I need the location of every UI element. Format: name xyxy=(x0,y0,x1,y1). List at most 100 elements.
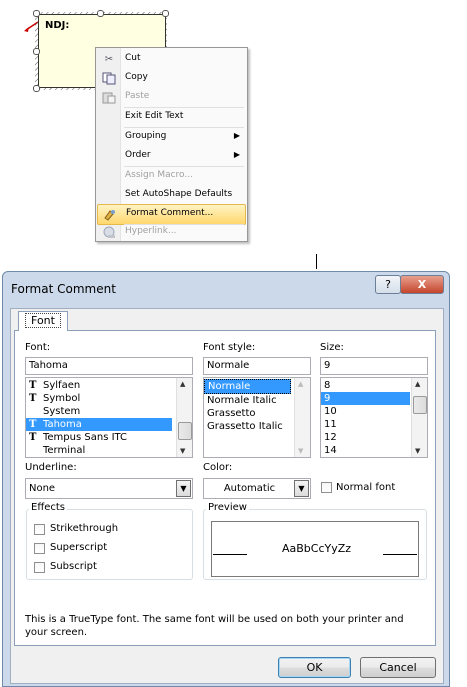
size-item-selected[interactable]: 9 xyxy=(321,392,410,405)
chevron-down-icon[interactable]: ▼ xyxy=(176,480,191,497)
truetype-icon: T xyxy=(29,380,37,391)
font-list-item-label: Tahoma xyxy=(43,419,82,430)
ok-button[interactable]: OK xyxy=(278,657,351,678)
menu-item-label: Order xyxy=(125,150,151,160)
font-list-item[interactable]: TTerminal xyxy=(26,444,192,457)
font-style-label: Font style: xyxy=(203,342,256,353)
scissors-icon: ✂ xyxy=(104,54,114,65)
strikethrough-checkbox[interactable] xyxy=(34,524,45,535)
color-select[interactable]: Automatic ▼ xyxy=(203,478,311,499)
size-list-scrollbar[interactable]: ▲ ▼ xyxy=(411,378,427,457)
font-list-item-selected[interactable]: T Tahoma xyxy=(26,418,172,431)
menu-item-label: Copy xyxy=(125,72,148,82)
text-cursor xyxy=(316,254,317,269)
font-list-item[interactable]: T Tempus Sans ITC xyxy=(26,431,192,444)
font-list-item-label: Terminal xyxy=(43,445,86,456)
tab-font-label: Font xyxy=(25,313,61,328)
submenu-arrow-icon: ▶ xyxy=(233,150,240,159)
font-label: Font: xyxy=(25,342,51,353)
paste-icon xyxy=(102,91,116,104)
preview-label: Preview xyxy=(206,502,249,513)
menu-item-label: Hyperlink... xyxy=(125,226,177,236)
preview-sample-text: AaBbCcYyZz xyxy=(282,542,352,555)
resize-handle-tm[interactable] xyxy=(97,10,104,17)
menu-item-cut[interactable]: ✂ Cut xyxy=(97,50,246,69)
font-list-scrollbar[interactable]: ▲ ▼ xyxy=(176,378,192,457)
strikethrough-label[interactable]: Strikethrough xyxy=(50,523,118,534)
resize-handle-tl[interactable] xyxy=(33,10,40,17)
truetype-icon: T xyxy=(29,432,37,443)
copy-icon xyxy=(102,72,116,85)
scroll-down-icon[interactable]: ▼ xyxy=(415,447,420,455)
underline-value: None xyxy=(29,483,56,494)
menu-item-order[interactable]: Order ▶ xyxy=(97,147,246,166)
scroll-up-icon[interactable]: ▲ xyxy=(415,380,420,388)
font-description: This is a TrueType font. The same font w… xyxy=(25,614,404,638)
font-list-item-label: Sylfaen xyxy=(43,380,81,391)
menu-item-label: Cut xyxy=(125,53,141,63)
font-list-item[interactable]: T Sylfaen xyxy=(26,379,192,392)
menu-item-assign-macro[interactable]: Assign Macro... xyxy=(97,167,246,186)
tab-font[interactable]: Font xyxy=(18,311,68,331)
close-button[interactable]: X xyxy=(400,275,444,294)
menu-item-label: Exit Edit Text xyxy=(125,111,184,121)
font-input[interactable]: Tahoma xyxy=(25,357,193,375)
font-style-input[interactable]: Normale xyxy=(203,357,311,375)
menu-item-set-autoshape-defaults[interactable]: Set AutoShape Defaults xyxy=(97,186,246,205)
menu-item-label: Paste xyxy=(125,91,150,101)
superscript-label[interactable]: Superscript xyxy=(50,542,107,553)
scroll-up-icon[interactable]: ▲ xyxy=(298,380,303,388)
subscript-checkbox[interactable] xyxy=(34,562,45,573)
resize-handle-ml[interactable] xyxy=(33,48,40,55)
font-list-item[interactable]: TSystem xyxy=(26,405,192,418)
normal-font-label[interactable]: Normal font xyxy=(336,482,395,493)
menu-item-label: Format Comment... xyxy=(126,208,214,218)
normal-font-checkbox[interactable] xyxy=(321,482,332,493)
color-label: Color: xyxy=(203,462,233,473)
menu-item-label: Assign Macro... xyxy=(125,170,193,180)
effects-label: Effects xyxy=(29,502,67,513)
scroll-thumb[interactable] xyxy=(178,422,192,440)
format-comment-icon xyxy=(103,208,117,221)
size-list[interactable]: 8 9 10 11 12 14 ▲ ▼ xyxy=(320,377,428,458)
scroll-up-icon[interactable]: ▲ xyxy=(180,380,185,388)
menu-item-copy[interactable]: Copy xyxy=(97,69,246,88)
comment-label: NDJ: xyxy=(45,20,70,31)
size-label: Size: xyxy=(320,342,344,353)
menu-item-paste[interactable]: Paste xyxy=(97,88,246,107)
scroll-down-icon[interactable]: ▼ xyxy=(180,447,185,455)
subscript-label[interactable]: Subscript xyxy=(50,561,97,572)
menu-item-exit-edit-text[interactable]: Exit Edit Text xyxy=(97,108,246,127)
preview-baseline-right xyxy=(383,554,417,555)
menu-item-format-comment[interactable]: Format Comment... xyxy=(97,204,246,225)
hyperlink-icon xyxy=(102,226,116,239)
menu-item-label: Set AutoShape Defaults xyxy=(125,189,233,199)
menu-item-label: Grouping xyxy=(125,131,167,141)
font-list-item-label: System xyxy=(43,406,81,417)
resize-handle-bl[interactable] xyxy=(33,85,40,92)
submenu-arrow-icon: ▶ xyxy=(233,131,240,140)
context-menu: ✂ Cut Copy Paste Exit Edit Text Grouping… xyxy=(95,47,248,242)
resize-handle-tr[interactable] xyxy=(162,10,169,17)
preview-baseline-left xyxy=(213,554,247,555)
font-list-item[interactable]: T Symbol xyxy=(26,392,192,405)
font-style-item-selected[interactable]: Normale xyxy=(204,379,291,394)
font-list[interactable]: T Sylfaen T Symbol TSystem T Tahoma T Tempus… xyxy=(25,377,193,458)
font-style-scrollbar[interactable]: ▲ ▼ xyxy=(294,378,310,457)
scroll-thumb[interactable] xyxy=(413,396,427,414)
font-list-item-label: Tempus Sans ITC xyxy=(43,432,128,443)
font-style-list[interactable]: Normale Normale Italic Grassetto Grasset… xyxy=(203,377,311,458)
superscript-checkbox[interactable] xyxy=(34,543,45,554)
size-input[interactable]: 9 xyxy=(320,357,428,375)
truetype-icon: T xyxy=(29,393,37,404)
chevron-down-icon[interactable]: ▼ xyxy=(294,480,309,497)
menu-item-grouping[interactable]: Grouping ▶ xyxy=(97,128,246,147)
truetype-icon: T xyxy=(29,419,37,430)
help-button[interactable]: ? xyxy=(375,275,401,294)
underline-select[interactable]: None ▼ xyxy=(25,478,193,499)
menu-item-hyperlink[interactable]: Hyperlink... xyxy=(97,223,246,242)
scroll-down-icon[interactable]: ▼ xyxy=(298,447,303,455)
color-value: Automatic xyxy=(223,483,276,494)
dialog-title: Format Comment xyxy=(11,282,116,296)
cancel-button[interactable]: Cancel xyxy=(360,657,436,678)
